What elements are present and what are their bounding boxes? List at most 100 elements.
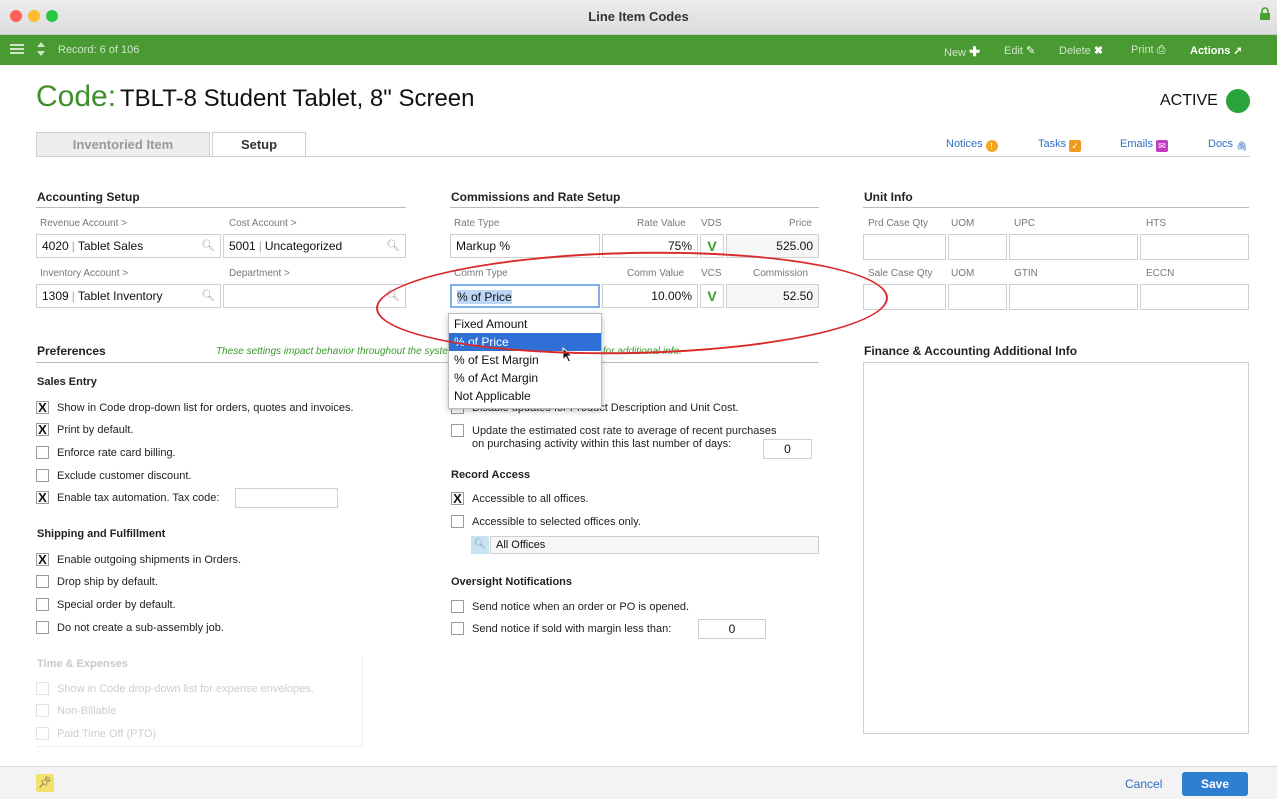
- shipping-checkbox-drop-ship[interactable]: [36, 575, 49, 588]
- delete-label: Delete: [1059, 45, 1091, 57]
- finance-notes-textarea[interactable]: [863, 362, 1249, 734]
- sales-checkbox-tax-automation[interactable]: X: [36, 491, 49, 504]
- shipping-checkbox-outgoing[interactable]: X: [36, 553, 49, 566]
- rate-value-label: Rate Value: [637, 218, 686, 229]
- time-label-pto: Paid Time Off (PTO): [57, 728, 157, 740]
- accounting-setup-heading: Accounting Setup: [37, 190, 140, 204]
- cancel-button[interactable]: Cancel: [1125, 777, 1162, 791]
- department-label[interactable]: Department >: [229, 268, 290, 279]
- pin-icon[interactable]: 📌︎: [36, 774, 54, 792]
- actions-button[interactable]: Actions ➚: [1190, 44, 1243, 57]
- docs-label: Docs: [1208, 138, 1234, 150]
- offices-field[interactable]: All Offices: [490, 536, 819, 554]
- shipping-checkbox-special-order[interactable]: [36, 598, 49, 611]
- margin-input[interactable]: 0: [698, 619, 766, 639]
- menu-icon[interactable]: [10, 42, 24, 56]
- office-search-icon[interactable]: 🔍︎: [471, 536, 489, 554]
- inventory-account-field[interactable]: 1309 | Tablet Inventory 🔍︎: [36, 284, 221, 308]
- upc-label: UPC: [1014, 218, 1036, 229]
- code-label: Code:: [36, 80, 117, 113]
- tasks-label: Tasks: [1038, 138, 1067, 150]
- revenue-account-field[interactable]: 4020 | Tablet Sales 🔍︎: [36, 234, 221, 258]
- days-input[interactable]: 0: [763, 439, 812, 459]
- oversight-heading: Oversight Notifications: [451, 576, 573, 588]
- actions-label: Actions: [1190, 45, 1231, 57]
- cost-account-label[interactable]: Cost Account >: [229, 218, 297, 229]
- record-up-down-arrows-icon[interactable]: [36, 40, 46, 58]
- edit-button[interactable]: Edit ✎: [1004, 44, 1035, 57]
- print-button[interactable]: Print ⎙: [1131, 44, 1166, 57]
- print-label: Print: [1131, 44, 1154, 56]
- tab-inventoried-item[interactable]: Inventoried Item: [36, 132, 210, 157]
- time-checkbox-expense-envelopes[interactable]: [36, 682, 49, 695]
- uom-label: UOM: [951, 268, 975, 279]
- sales-label-rate-card: Enforce rate card billing.: [57, 447, 176, 459]
- sales-label-print-default: Print by default.: [57, 424, 134, 436]
- tab-divider: [36, 156, 1250, 157]
- time-expenses-heading: Time & Expenses: [37, 658, 128, 670]
- sales-checkbox-show-in-code[interactable]: X: [36, 401, 49, 414]
- uom-field[interactable]: [948, 234, 1007, 260]
- price-label: Price: [789, 218, 812, 229]
- unit-info-divider: [863, 207, 1249, 208]
- option-not-applicable[interactable]: Not Applicable: [449, 387, 601, 405]
- oversight-checkbox-margin[interactable]: [451, 622, 464, 635]
- sales-checkbox-print-default[interactable]: X: [36, 423, 49, 436]
- delete-button[interactable]: Delete ✖: [1059, 44, 1103, 57]
- notices-link[interactable]: Notices!: [946, 138, 998, 152]
- time-checkbox-pto[interactable]: [36, 727, 49, 740]
- commissions-divider: [450, 207, 819, 208]
- eccn-label: ECCN: [1146, 268, 1175, 279]
- pencil-icon: ✎: [1026, 45, 1036, 57]
- purchasing-checkbox-update-cost[interactable]: [451, 424, 464, 437]
- search-icon[interactable]: 🔍︎: [201, 235, 215, 257]
- revenue-name: Tablet Sales: [77, 239, 144, 253]
- prd-case-qty-field[interactable]: [863, 234, 946, 260]
- shipping-label-special-order: Special order by default.: [57, 599, 176, 611]
- printer-icon: ⎙: [1156, 44, 1166, 56]
- emails-link[interactable]: Emails ✉: [1120, 138, 1169, 152]
- search-icon[interactable]: 🔍︎: [201, 285, 215, 307]
- shipping-heading: Shipping and Fulfillment: [37, 528, 166, 540]
- active-status-indicator[interactable]: [1226, 89, 1250, 113]
- docs-link[interactable]: Docs 🖇: [1208, 138, 1248, 152]
- shipping-label-drop-ship: Drop ship by default.: [57, 576, 158, 588]
- new-button[interactable]: New ✚: [944, 44, 980, 60]
- access-checkbox-selected-offices[interactable]: [451, 515, 464, 528]
- inventory-account-label[interactable]: Inventory Account >: [40, 268, 128, 279]
- prd-case-qty-label: Prd Case Qty: [868, 218, 929, 229]
- emails-label: Emails: [1120, 138, 1154, 150]
- record-access-heading: Record Access: [451, 469, 531, 481]
- access-checkbox-all-offices[interactable]: X: [451, 492, 464, 505]
- uom-field[interactable]: [948, 284, 1007, 310]
- tasks-link[interactable]: Tasks ✓: [1038, 138, 1082, 152]
- sales-checkbox-exclude-discount[interactable]: [36, 469, 49, 482]
- gtin-field[interactable]: [1009, 284, 1138, 310]
- time-checkbox-non-billable[interactable]: [36, 704, 49, 717]
- save-button[interactable]: Save: [1182, 772, 1248, 796]
- revenue-account-label[interactable]: Revenue Account >: [40, 218, 127, 229]
- lock-icon[interactable]: [1259, 7, 1271, 21]
- oversight-checkbox-order-opened[interactable]: [451, 600, 464, 613]
- preferences-heading: Preferences: [37, 344, 106, 358]
- plus-icon: ✚: [969, 44, 980, 59]
- sales-entry-heading: Sales Entry: [37, 376, 97, 388]
- inventory-code: 1309: [42, 289, 69, 303]
- sales-checkbox-rate-card[interactable]: [36, 446, 49, 459]
- warning-icon: !: [985, 140, 998, 152]
- window-title: Line Item Codes: [588, 9, 689, 24]
- tax-code-input[interactable]: [235, 488, 338, 508]
- unit-info-heading: Unit Info: [864, 190, 913, 204]
- upc-field[interactable]: [1009, 234, 1138, 260]
- option-percent-of-act-margin[interactable]: % of Act Margin: [449, 369, 601, 387]
- shipping-checkbox-sub-assembly[interactable]: [36, 621, 49, 634]
- code-title: TBLT-8 Student Tablet, 8" Screen: [120, 85, 475, 112]
- eccn-field[interactable]: [1140, 284, 1249, 310]
- cost-account-field[interactable]: 5001 | Uncategorized 🔍︎: [223, 234, 406, 258]
- hts-label: HTS: [1146, 218, 1166, 229]
- tab-setup[interactable]: Setup: [212, 132, 306, 157]
- oversight-label-order-opened: Send notice when an order or PO is opene…: [472, 601, 690, 613]
- search-icon[interactable]: 🔍︎: [386, 235, 400, 257]
- hts-field[interactable]: [1140, 234, 1249, 260]
- delete-x-icon: ✖: [1093, 45, 1104, 57]
